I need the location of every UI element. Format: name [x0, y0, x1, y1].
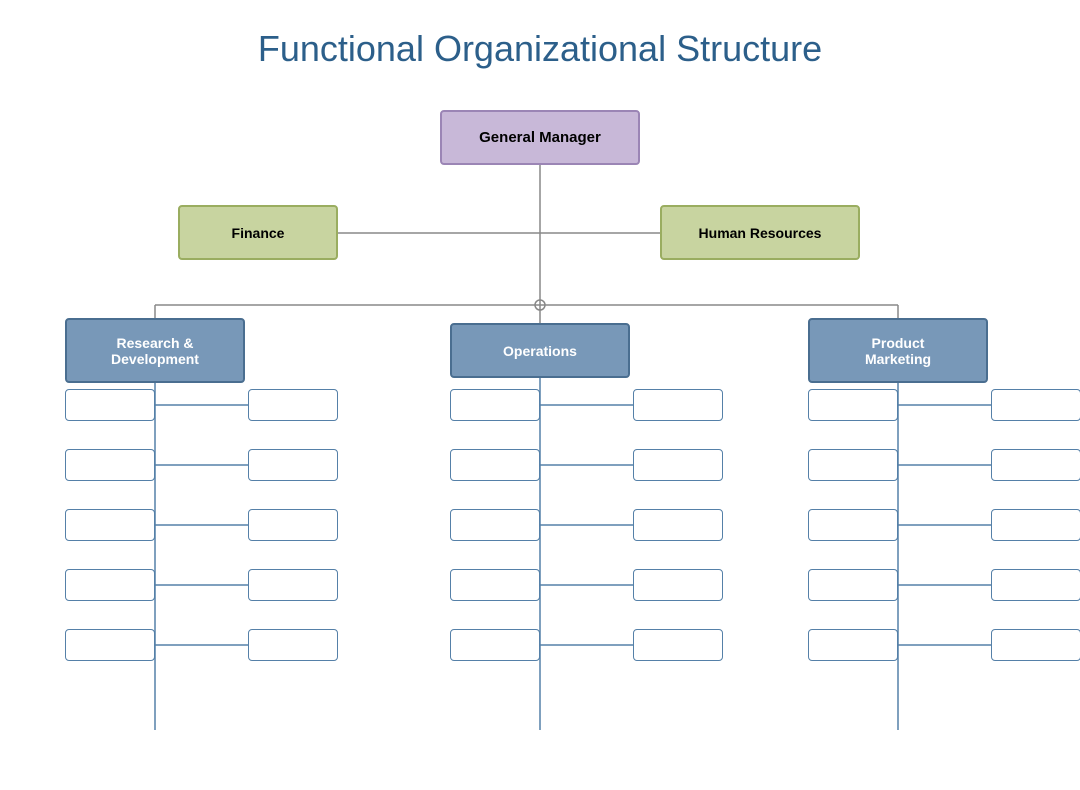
ops-sub-left-1: [450, 389, 540, 421]
ops-sub-right-5: [633, 629, 723, 661]
pm-sub-left-4: [808, 569, 898, 601]
pm-sub-right-3: [991, 509, 1080, 541]
ops-sub-left-4: [450, 569, 540, 601]
pm-sub-left-1: [808, 389, 898, 421]
pm-sub-left-3: [808, 509, 898, 541]
pm-box: Product Marketing: [808, 318, 988, 383]
ops-sub-right-2: [633, 449, 723, 481]
pm-sub-right-5: [991, 629, 1080, 661]
pm-sub-right-1: [991, 389, 1080, 421]
ops-sub-left-2: [450, 449, 540, 481]
rd-sub-left-5: [65, 629, 155, 661]
ops-sub-left-3: [450, 509, 540, 541]
general-manager-box: General Manager: [440, 110, 640, 165]
rd-box: Research & Development: [65, 318, 245, 383]
rd-sub-right-3: [248, 509, 338, 541]
ops-sub-left-5: [450, 629, 540, 661]
rd-sub-right-5: [248, 629, 338, 661]
rd-sub-right-4: [248, 569, 338, 601]
connector-lines: [0, 90, 1080, 790]
ops-sub-right-3: [633, 509, 723, 541]
rd-sub-right-1: [248, 389, 338, 421]
rd-sub-left-2: [65, 449, 155, 481]
pm-sub-left-5: [808, 629, 898, 661]
pm-sub-left-2: [808, 449, 898, 481]
rd-sub-left-1: [65, 389, 155, 421]
pm-sub-right-4: [991, 569, 1080, 601]
ops-box: Operations: [450, 323, 630, 378]
org-chart: General Manager Finance Human Resources …: [0, 90, 1080, 790]
hr-box: Human Resources: [660, 205, 860, 260]
rd-sub-left-3: [65, 509, 155, 541]
page-title: Functional Organizational Structure: [0, 0, 1080, 90]
pm-sub-right-2: [991, 449, 1080, 481]
rd-sub-right-2: [248, 449, 338, 481]
rd-sub-left-4: [65, 569, 155, 601]
finance-box: Finance: [178, 205, 338, 260]
ops-sub-right-1: [633, 389, 723, 421]
ops-sub-right-4: [633, 569, 723, 601]
